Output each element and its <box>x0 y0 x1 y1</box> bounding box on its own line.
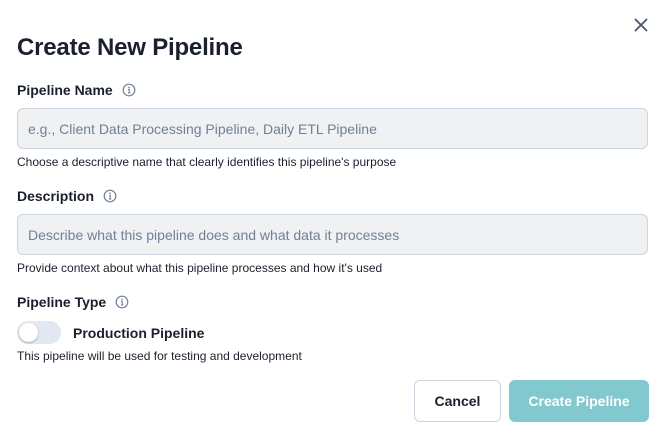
toggle-knob <box>19 323 38 342</box>
description-label-text: Description <box>17 188 95 204</box>
create-pipeline-dialog: Create New Pipeline Pipeline Name Choose… <box>0 0 661 431</box>
dialog-title: Create New Pipeline <box>17 34 243 61</box>
pipeline-name-input[interactable] <box>17 108 648 149</box>
pipeline-type-label-text: Pipeline Type <box>17 294 107 310</box>
pipeline-name-label: Pipeline Name <box>17 81 136 99</box>
pipeline-type-label: Pipeline Type <box>17 293 129 311</box>
pipeline-name-label-text: Pipeline Name <box>17 82 113 98</box>
pipeline-name-help: Choose a descriptive name that clearly i… <box>17 155 397 169</box>
description-input[interactable] <box>17 214 648 255</box>
cancel-button[interactable]: Cancel <box>414 380 501 422</box>
description-label: Description <box>17 187 117 205</box>
create-pipeline-button[interactable]: Create Pipeline <box>509 380 649 422</box>
info-icon[interactable] <box>115 295 129 309</box>
close-icon <box>634 18 648 32</box>
description-help: Provide context about what this pipeline… <box>17 261 383 275</box>
production-pipeline-label: Production Pipeline <box>73 325 205 341</box>
production-pipeline-toggle[interactable] <box>17 321 61 344</box>
pipeline-type-help: This pipeline will be used for testing a… <box>17 349 302 363</box>
close-button[interactable] <box>630 14 652 36</box>
info-icon[interactable] <box>103 189 117 203</box>
info-icon[interactable] <box>122 83 136 97</box>
